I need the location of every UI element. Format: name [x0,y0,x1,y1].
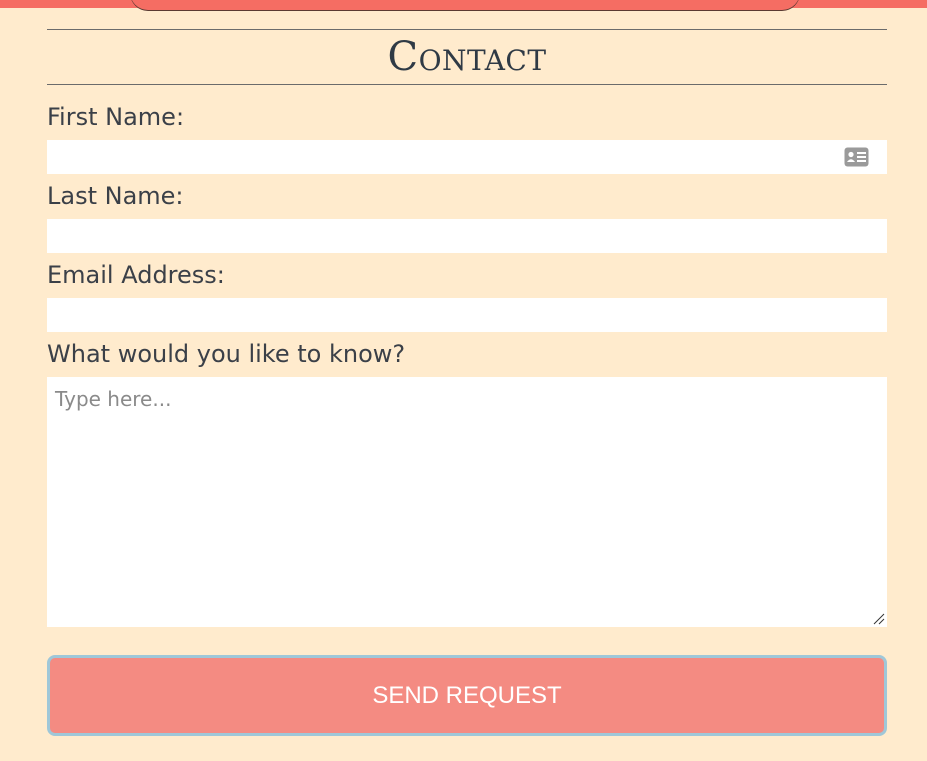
resize-grip-icon[interactable] [873,613,885,625]
contact-form: Contact First Name: Last Name: Email Add… [47,29,887,736]
message-textarea[interactable] [47,377,887,627]
email-input[interactable] [47,298,887,332]
contact-card-icon[interactable] [844,147,869,167]
first-name-label: First Name: [47,103,185,131]
send-request-button[interactable]: SEND REQUEST [47,655,887,736]
last-name-input[interactable] [47,219,887,253]
page-title: Contact [387,34,547,80]
first-name-input[interactable] [47,140,887,174]
message-label: What would you like to know? [47,340,406,368]
last-name-label: Last Name: [47,182,184,210]
first-name-field-wrap [47,140,887,174]
title-rule: Contact [47,29,887,85]
message-field-wrap [47,377,887,627]
email-label: Email Address: [47,261,225,289]
top-nav-tab [130,0,800,10]
